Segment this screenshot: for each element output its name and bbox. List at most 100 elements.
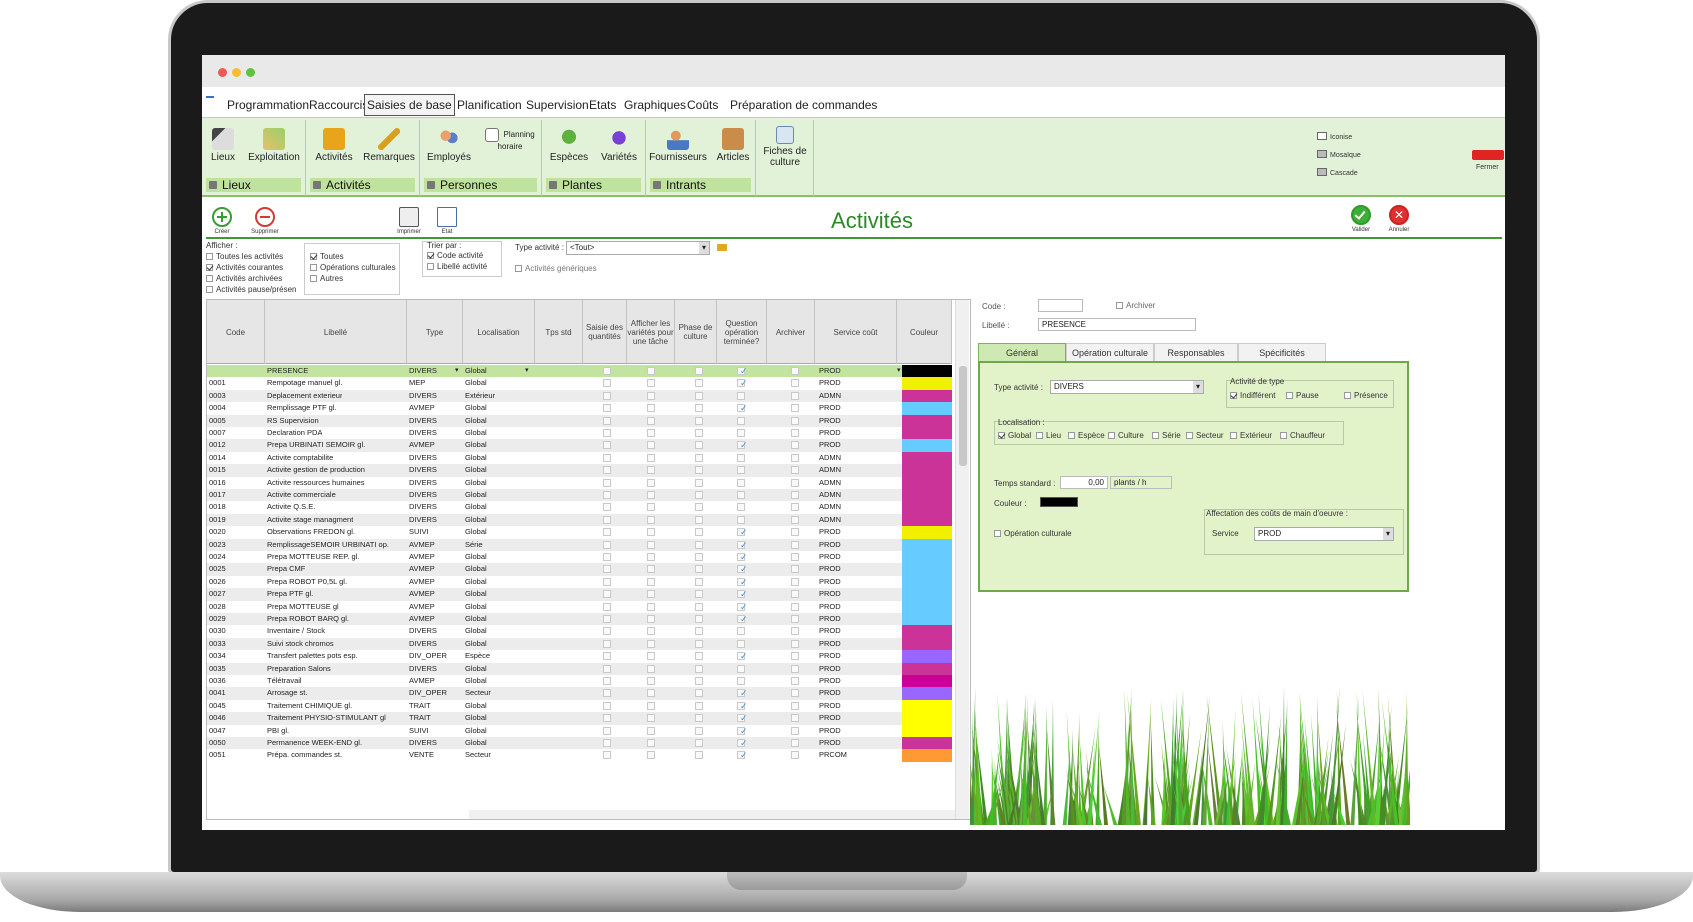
cell-checkbox[interactable] (603, 602, 611, 611)
menu-saisies-de-base[interactable]: Saisies de base (364, 94, 455, 116)
cell-checkbox[interactable] (791, 379, 799, 388)
cell-checkbox[interactable] (695, 664, 703, 673)
cell-checkbox[interactable] (791, 652, 799, 661)
cell-checkbox[interactable] (647, 391, 655, 400)
fermer-button[interactable] (1472, 150, 1504, 160)
folder-open-icon[interactable] (717, 244, 727, 251)
cell-checkbox[interactable] (695, 404, 703, 413)
especes-button[interactable]: Espèces (546, 128, 592, 163)
imprimer-button[interactable]: Imprimer (394, 207, 424, 235)
tab-operation-culturale[interactable]: Opération culturale (1066, 343, 1154, 362)
cell-checkbox[interactable] (695, 627, 703, 636)
annuler-button[interactable]: ✕ Annuler (1386, 205, 1412, 233)
cell-checkbox[interactable] (737, 391, 745, 400)
mosaique-option[interactable]: Mosaïque (1317, 150, 1361, 159)
cell-checkbox[interactable] (791, 553, 799, 561)
loc-chauffeur[interactable]: Chauffeur (1280, 431, 1325, 440)
cell-checkbox[interactable] (695, 441, 703, 450)
cell-checkbox[interactable] (647, 503, 655, 512)
table-row[interactable]: 0046 Traitement PHYSIO-STIMULANT gl TRAIT G… (207, 712, 952, 726)
fournisseurs-button[interactable]: Fournisseurs (648, 128, 708, 163)
checkbox[interactable] (1230, 432, 1237, 439)
cell-checkbox[interactable] (791, 404, 799, 413)
cell-checkbox[interactable] (695, 652, 703, 661)
cell-checkbox[interactable] (791, 590, 799, 599)
checkbox[interactable] (206, 275, 213, 282)
checkbox[interactable] (1230, 392, 1237, 399)
cell-checkbox[interactable] (603, 478, 611, 487)
type-presence[interactable]: Présence (1344, 391, 1388, 400)
column-header-saisie-des-quantites[interactable]: Saisie des quantités (583, 300, 627, 364)
cell-checkbox[interactable] (647, 379, 655, 388)
column-header-localisation[interactable]: Localisation (463, 300, 535, 364)
loc-culture[interactable]: Culture (1108, 431, 1144, 440)
menu-couts[interactable]: Coûts (687, 98, 718, 112)
checkbox[interactable] (515, 265, 522, 272)
cell-checkbox[interactable] (737, 639, 745, 648)
checkbox[interactable] (1036, 432, 1043, 439)
column-header-phase-de-culture[interactable]: Phase de culture (675, 300, 717, 364)
afficher-toutes[interactable]: Toutes les activités (206, 252, 283, 261)
afficher-courantes[interactable]: Activités courantes (206, 263, 283, 272)
cell-checkbox[interactable] (647, 466, 655, 475)
cell-checkbox[interactable] (791, 639, 799, 648)
type-operations[interactable]: Opérations culturales (310, 263, 396, 272)
checkbox[interactable] (1116, 302, 1123, 309)
cell-checkbox[interactable] (695, 391, 703, 400)
libelle-field[interactable]: PRESENCE (1038, 318, 1196, 331)
table-row[interactable]: 0015 Activite gestion de production DIVERS… (207, 464, 952, 478)
cell-checkbox[interactable] (791, 416, 799, 425)
cell-checkbox[interactable] (603, 664, 611, 673)
cell-checkbox[interactable] (695, 503, 703, 512)
cell-checkbox[interactable] (647, 726, 655, 735)
cell-checkbox[interactable] (647, 540, 655, 549)
cell-checkbox[interactable] (647, 701, 655, 710)
type-toutes[interactable]: Toutes (310, 252, 344, 261)
cell-checkbox[interactable] (647, 453, 655, 462)
valider-button[interactable]: Valider (1348, 205, 1374, 233)
cell-checkbox[interactable] (695, 565, 703, 574)
cell-checkbox[interactable] (695, 726, 703, 735)
cell-checkbox[interactable] (791, 429, 799, 437)
table-row[interactable]: 0012 Prepa URBINATI SEMOIR gl. AVMEP Global… (207, 439, 952, 453)
cell-checkbox[interactable] (791, 751, 799, 760)
cell-checkbox[interactable] (737, 664, 745, 673)
table-row[interactable]: 0024 Prepa MOTTEUSE REP. gl. AVMEP Global PR… (207, 551, 952, 564)
cell-checkbox[interactable] (695, 491, 703, 499)
fiches-de-culture-button[interactable]: Fiches de culture (760, 126, 810, 168)
cell-checkbox[interactable] (737, 466, 745, 475)
column-header-tps-std[interactable]: Tps std (535, 300, 583, 364)
menu-preparation-de-commandes[interactable]: Préparation de commandes (730, 98, 877, 112)
creer-button[interactable]: Créer (210, 207, 234, 235)
table-row[interactable]: 0029 Prepa ROBOT BARQ gl. AVMEP Global PROD ✓ (207, 613, 952, 626)
couleur-swatch[interactable] (1040, 497, 1078, 507)
trier-libelle[interactable]: Libellé activité (427, 262, 487, 271)
table-row[interactable]: 0030 Inventaire / Stock DIVERS Global PROD (207, 625, 952, 639)
table-row[interactable]: 0036 Télétravail AVMEP Global PROD (207, 675, 952, 688)
cell-checkbox[interactable] (791, 478, 799, 487)
cell-checkbox[interactable] (791, 528, 799, 537)
cell-checkbox[interactable] (695, 751, 703, 760)
checkbox[interactable] (1280, 432, 1287, 439)
column-header-archiver[interactable]: Archiver (767, 300, 815, 364)
supprimer-button[interactable]: Supprimer (250, 207, 280, 235)
cell-checkbox[interactable] (603, 466, 611, 475)
column-header-couleur[interactable]: Couleur (897, 300, 952, 364)
cell-checkbox[interactable] (737, 677, 745, 685)
cell-checkbox[interactable] (695, 429, 703, 437)
cell-checkbox[interactable] (791, 515, 799, 524)
cell-checkbox[interactable] (647, 689, 655, 698)
checkbox[interactable] (1152, 432, 1159, 439)
table-row[interactable]: 0025 Prepa CMF AVMEP Global PROD ✓ (207, 563, 952, 577)
archiver-checkbox[interactable]: Archiver (1116, 301, 1155, 310)
loc-global[interactable]: Global (998, 431, 1031, 440)
cell-checkbox[interactable] (695, 379, 703, 388)
table-row[interactable]: 0033 Suivi stock chromos DIVERS Global PROD (207, 637, 952, 651)
menu-etats[interactable]: Etats (589, 98, 616, 112)
table-row[interactable]: 0003 Deplacement exterieur DIVERS Extérieur… (207, 389, 952, 403)
cell-checkbox[interactable] (603, 627, 611, 636)
cascade-option[interactable]: Cascade (1317, 168, 1358, 177)
cell-checkbox[interactable] (791, 701, 799, 710)
checkbox[interactable] (206, 253, 213, 260)
etat-button[interactable]: Etat (436, 207, 458, 235)
